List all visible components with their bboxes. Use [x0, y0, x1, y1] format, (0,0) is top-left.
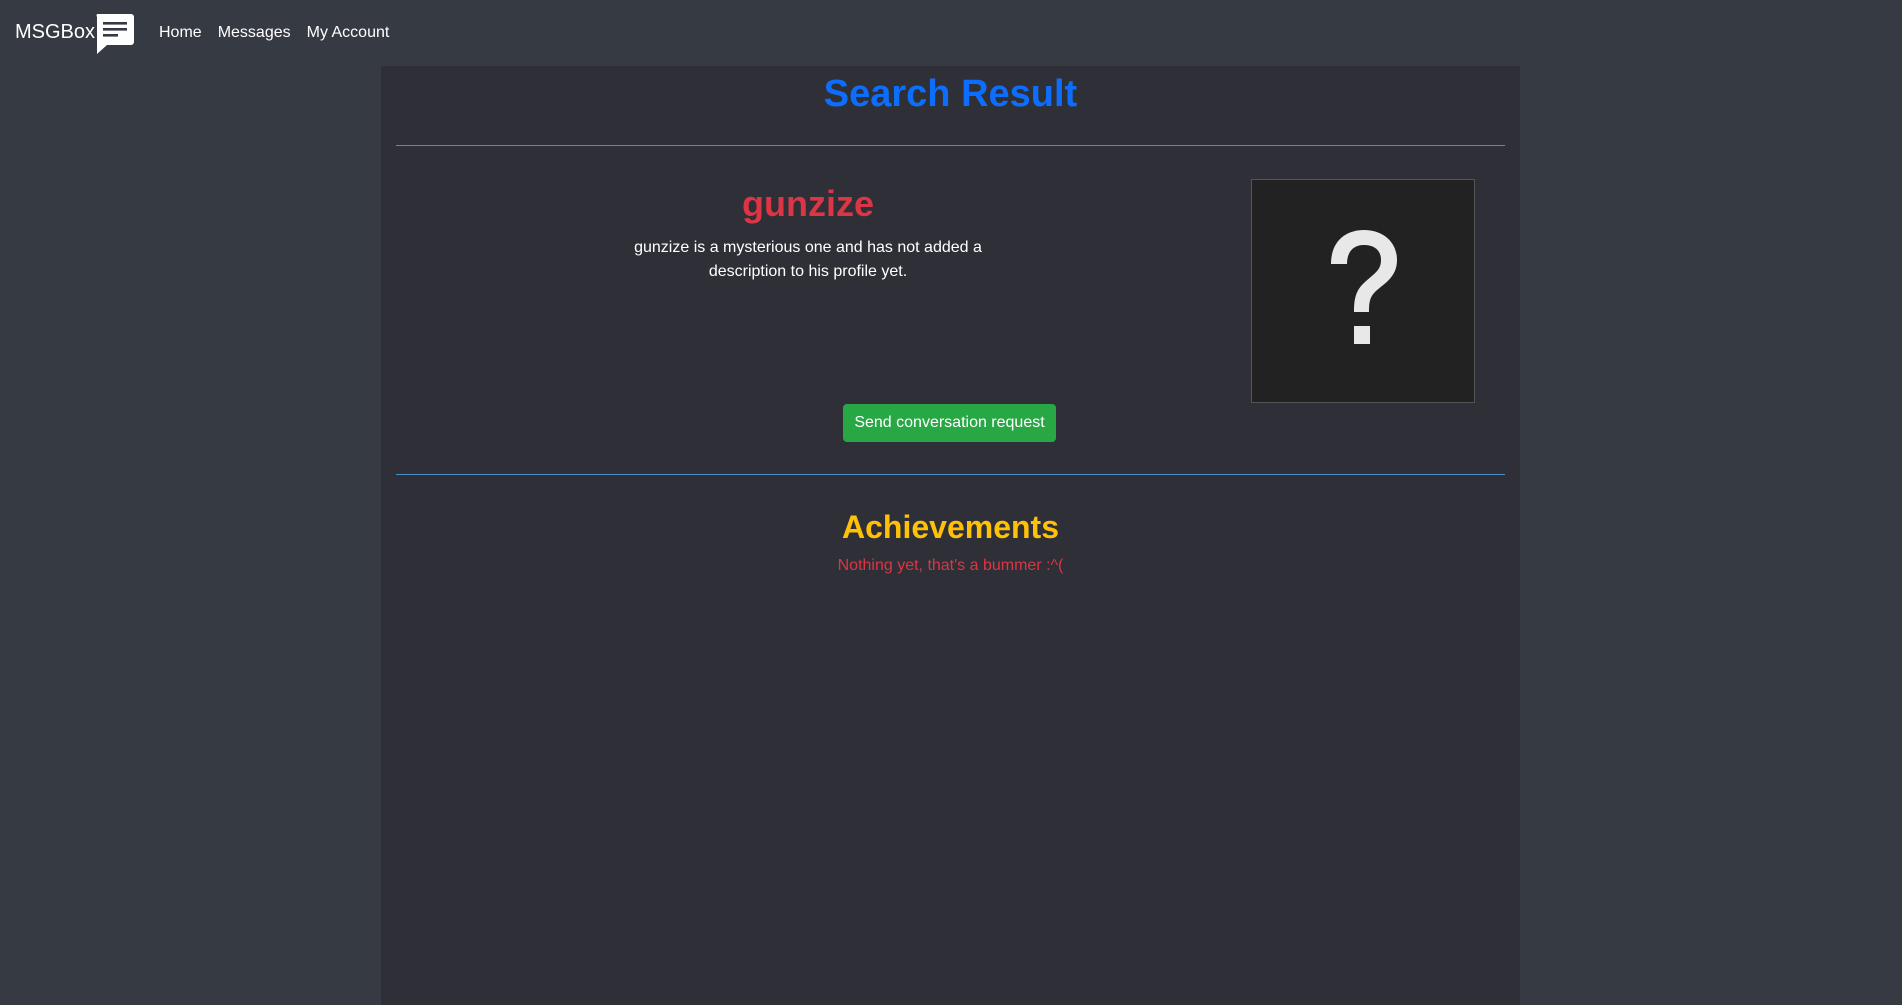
brand-label: MSGBox: [15, 21, 96, 43]
chat-bubble-icon: [96, 14, 134, 54]
nav-link-home[interactable]: Home: [159, 22, 202, 44]
profile-description: gunzize is a mysterious one and has not …: [634, 239, 982, 280]
navbar: MSGBox Home Messages My Account: [0, 0, 1902, 64]
send-conversation-request-button[interactable]: Send conversation request: [843, 404, 1056, 442]
nav-link-messages[interactable]: Messages: [218, 22, 291, 44]
nav-links: Home Messages My Account: [159, 22, 405, 44]
nav-link-my-account[interactable]: My Account: [307, 22, 390, 44]
bottom-divider: [396, 474, 1505, 475]
search-result-panel: Search Result gunzize gunzize is a myste…: [381, 66, 1520, 1005]
brand-link[interactable]: MSGBox: [15, 14, 134, 54]
profile-username: gunzize: [742, 183, 874, 224]
top-divider: [396, 145, 1505, 146]
page-title: Search Result: [823, 73, 1078, 115]
achievements-empty-text: Nothing yet, that's a bummer :^(: [837, 557, 1064, 574]
profile-avatar: [1251, 179, 1475, 403]
achievements-title: Achievements: [842, 509, 1059, 545]
question-mark-icon: [1331, 230, 1397, 344]
